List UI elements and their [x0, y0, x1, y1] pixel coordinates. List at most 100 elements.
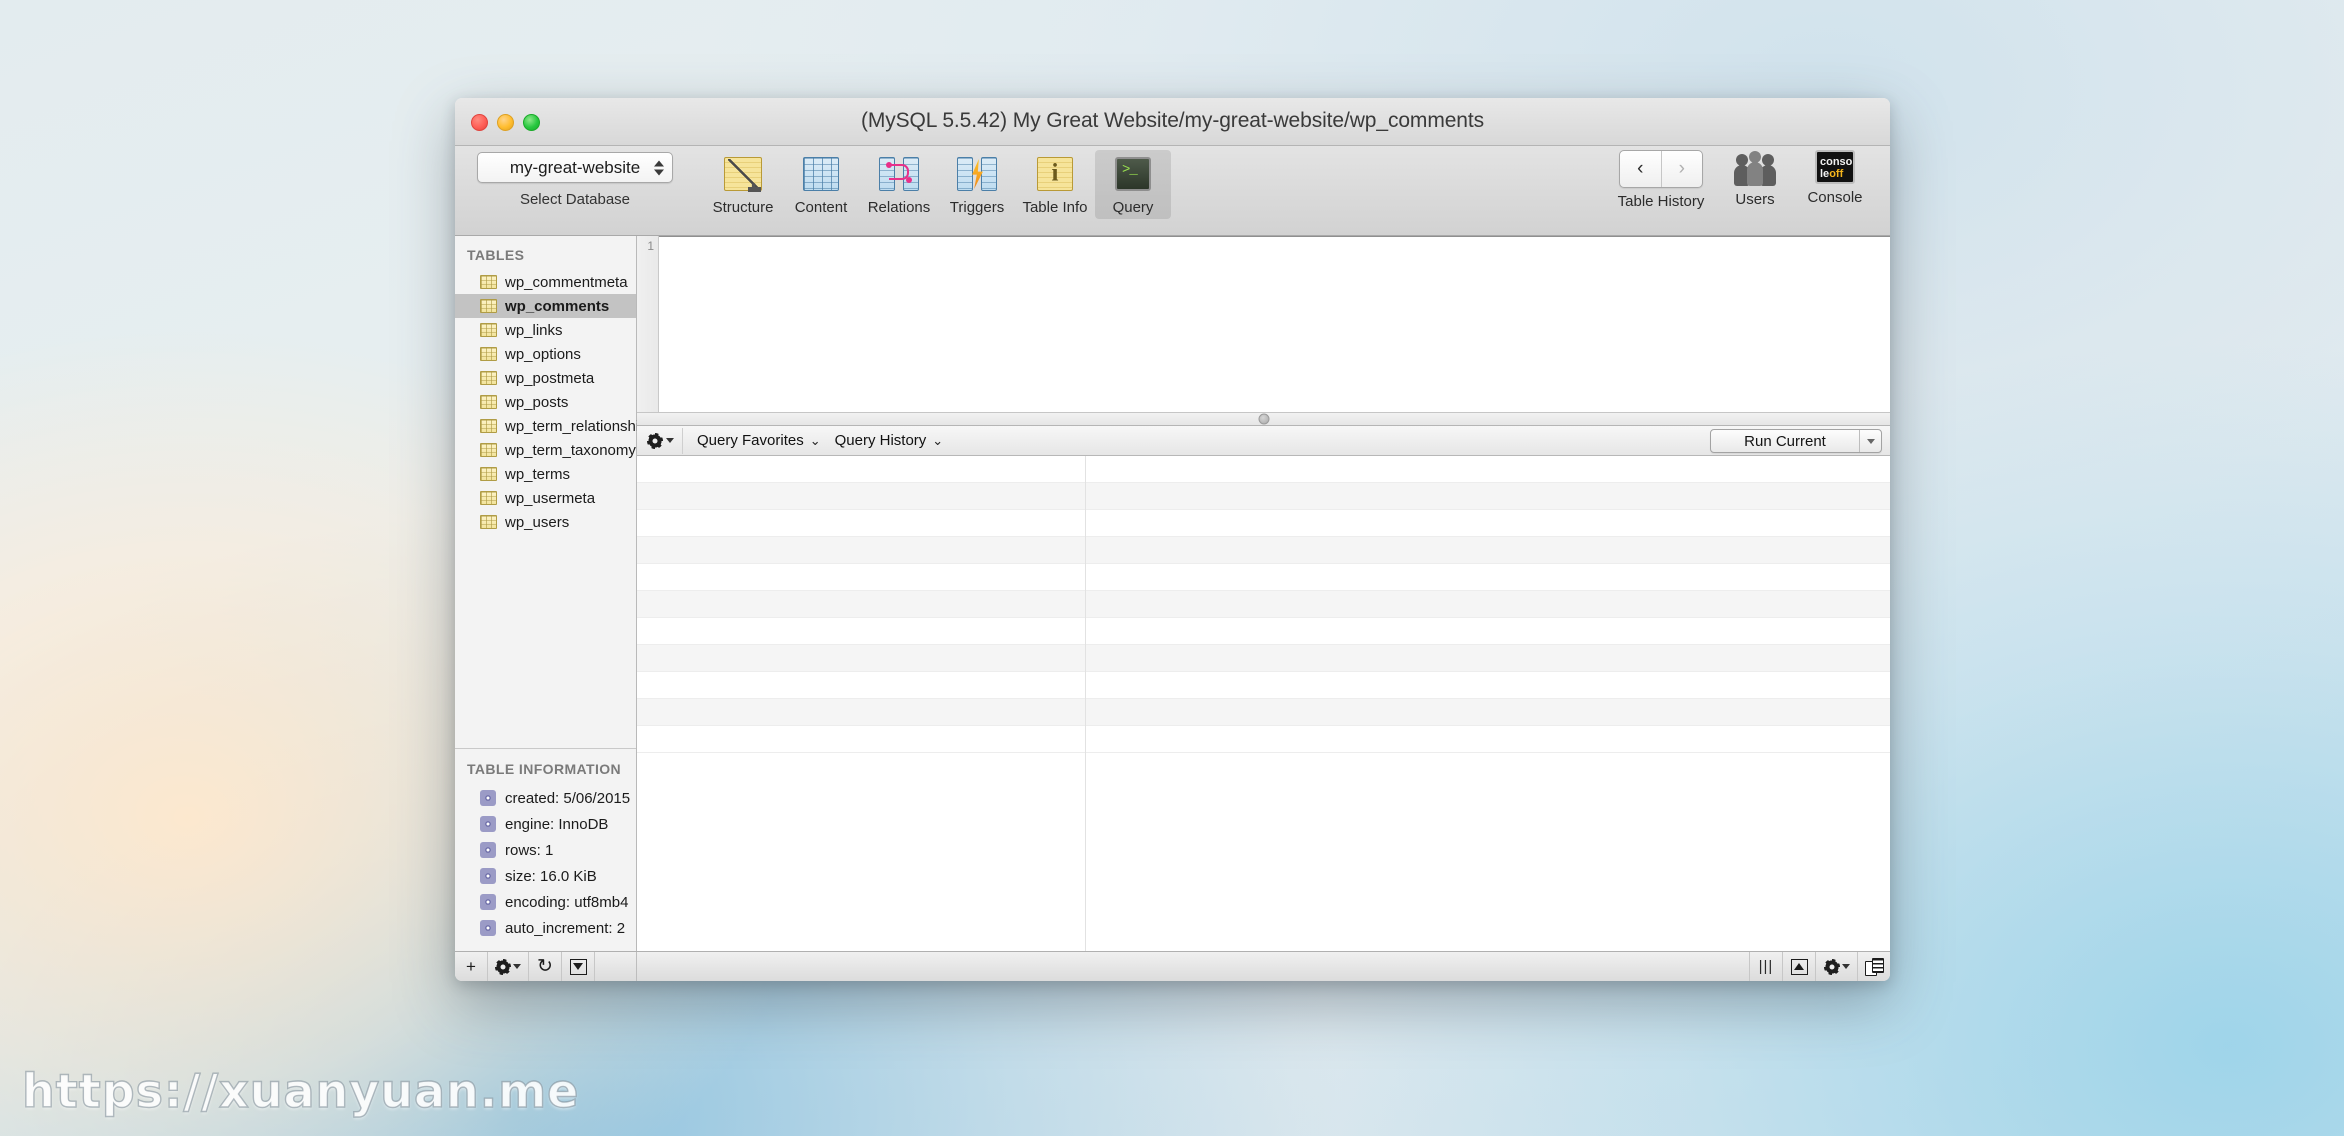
toggle-results-pane-button[interactable] [1782, 952, 1815, 981]
toolbar-tab-relations[interactable]: Relations [861, 150, 937, 219]
table-history-segmented-control[interactable]: ‹ › [1619, 150, 1703, 188]
editor-line-gutter: 1 [637, 236, 659, 412]
refresh-tables-button[interactable]: ↻ [529, 952, 562, 981]
toolbar-tab-content[interactable]: Content [783, 150, 859, 219]
results-actions-button[interactable] [1815, 952, 1857, 981]
results-row[interactable] [637, 564, 1890, 591]
results-row[interactable] [637, 726, 1890, 753]
database-select-caption: Select Database [519, 191, 631, 208]
sidebar-table-label: wp_usermeta [505, 489, 596, 507]
chevron-down-icon [1841, 964, 1850, 969]
console-icon-off: off [1829, 168, 1844, 180]
results-table[interactable] [637, 456, 1890, 951]
sidebar-table-item[interactable]: wp_postmeta [455, 366, 636, 390]
toolbar-tab-relations-label: Relations [867, 199, 931, 216]
sidebar-table-item[interactable]: wp_options [455, 342, 636, 366]
filter-tables-button[interactable] [562, 952, 595, 981]
sidebar-table-item[interactable]: wp_usermeta [455, 486, 636, 510]
sidebar-table-item[interactable]: wp_posts [455, 390, 636, 414]
table-information-item: created: 5/06/2015 [455, 785, 636, 811]
table-history-group: ‹ › Table History [1614, 150, 1708, 210]
results-row[interactable] [637, 699, 1890, 726]
results-row[interactable] [637, 483, 1890, 510]
database-select[interactable]: my-great-website [477, 152, 673, 183]
gear-icon [495, 958, 511, 975]
results-row[interactable] [637, 618, 1890, 645]
editor-results-splitter[interactable] [637, 412, 1890, 426]
results-row[interactable] [637, 537, 1890, 564]
table-actions-button[interactable] [488, 952, 529, 981]
sidebar-table-item[interactable]: wp_comments [455, 294, 636, 318]
pane-resize-handle[interactable]: ||| [1749, 952, 1782, 981]
toolbar-tab-structure-label: Structure [712, 199, 774, 216]
query-history-menu[interactable]: Query History ⌄ [835, 432, 944, 449]
results-row[interactable] [637, 510, 1890, 537]
console-button[interactable]: conso leoff Console [1802, 150, 1868, 206]
toolbar-tab-structure[interactable]: Structure [705, 150, 781, 219]
query-settings-button[interactable] [643, 427, 683, 454]
query-editor-area[interactable]: 1 [637, 236, 1890, 412]
run-options-dropdown[interactable] [1859, 430, 1881, 452]
run-current-label: Run Current [1744, 432, 1826, 450]
table-information-label: encoding: utf8mb4 [505, 893, 629, 911]
table-information-item: encoding: utf8mb4 [455, 889, 636, 915]
results-row[interactable] [637, 591, 1890, 618]
drag-handle-icon: ||| [1758, 958, 1774, 975]
toolbar-tab-table-info-label: Table Info [1022, 199, 1088, 216]
forward-chevron-icon[interactable]: › [1662, 151, 1703, 187]
relations-icon [878, 154, 920, 194]
sidebar-table-label: wp_comments [505, 297, 610, 315]
results-row[interactable] [637, 645, 1890, 672]
triggers-icon [956, 154, 998, 194]
query-favorites-label: Query Favorites [697, 432, 804, 449]
table-information-label: engine: InnoDB [505, 815, 609, 833]
window-titlebar[interactable]: (MySQL 5.5.42) My Great Website/my-great… [455, 98, 1890, 146]
back-chevron-icon[interactable]: ‹ [1620, 151, 1662, 187]
toolbar-tab-triggers-label: Triggers [949, 199, 1005, 216]
table-icon [480, 467, 497, 481]
users-button[interactable]: Users [1722, 150, 1788, 208]
sidebar-table-label: wp_commentmeta [505, 273, 628, 291]
query-favorites-menu[interactable]: Query Favorites ⌄ [697, 432, 821, 449]
console-icon-line2: leoff [1820, 169, 1843, 180]
sidebar-table-label: wp_terms [505, 465, 571, 483]
sidebar-table-item[interactable]: wp_commentmeta [455, 270, 636, 294]
status-bar-left: + ↻ [455, 952, 637, 981]
sidebar-table-label: wp_links [505, 321, 563, 339]
sidebar-table-label: wp_term_relationships [505, 417, 656, 435]
results-row[interactable] [637, 456, 1890, 483]
sidebar-table-label: wp_term_taxonomy [505, 441, 636, 459]
info-bullet-icon [480, 790, 496, 806]
sidebar-table-item[interactable]: wp_term_relationships [455, 414, 655, 438]
toolbar-tab-table-info[interactable]: Table Info [1017, 150, 1093, 219]
table-information-item: engine: InnoDB [455, 811, 636, 837]
results-row[interactable] [637, 672, 1890, 699]
run-current-button[interactable]: Run Current [1710, 429, 1882, 453]
info-bullet-icon [480, 816, 496, 832]
duplicate-results-button[interactable] [1857, 952, 1890, 981]
sidebar-table-item[interactable]: wp_links [455, 318, 636, 342]
tables-list: wp_commentmeta wp_comments wp_links wp_opti… [455, 270, 655, 534]
console-icon: conso leoff [1815, 150, 1855, 184]
toolbar-tab-triggers[interactable]: Triggers [939, 150, 1015, 219]
toolbar-tab-query[interactable]: Query [1095, 150, 1171, 219]
main-toolbar: my-great-website Select Database Structu… [455, 146, 1890, 236]
add-table-button[interactable]: + [455, 952, 488, 981]
sidebar-table-item[interactable]: wp_term_taxonomy [455, 438, 636, 462]
tables-header: TABLES [467, 247, 525, 263]
caret-box-up-icon [1790, 958, 1808, 975]
sidebar-table-label: wp_postmeta [505, 369, 595, 387]
sidebar-table-item[interactable]: wp_users [455, 510, 636, 534]
status-bar-right: ||| [637, 952, 1890, 981]
chevron-down-icon [666, 438, 674, 443]
sidebar-table-item[interactable]: wp_terms [455, 462, 636, 486]
query-terminal-icon [1112, 154, 1154, 194]
query-editor-textarea[interactable] [659, 236, 1890, 412]
database-select-value: my-great-website [509, 157, 641, 177]
splitter-grip-icon[interactable] [1258, 413, 1269, 425]
info-bullet-icon [480, 868, 496, 884]
structure-icon [722, 154, 764, 194]
sidebar-table-label: wp_options [505, 345, 581, 363]
table-icon [480, 515, 497, 529]
